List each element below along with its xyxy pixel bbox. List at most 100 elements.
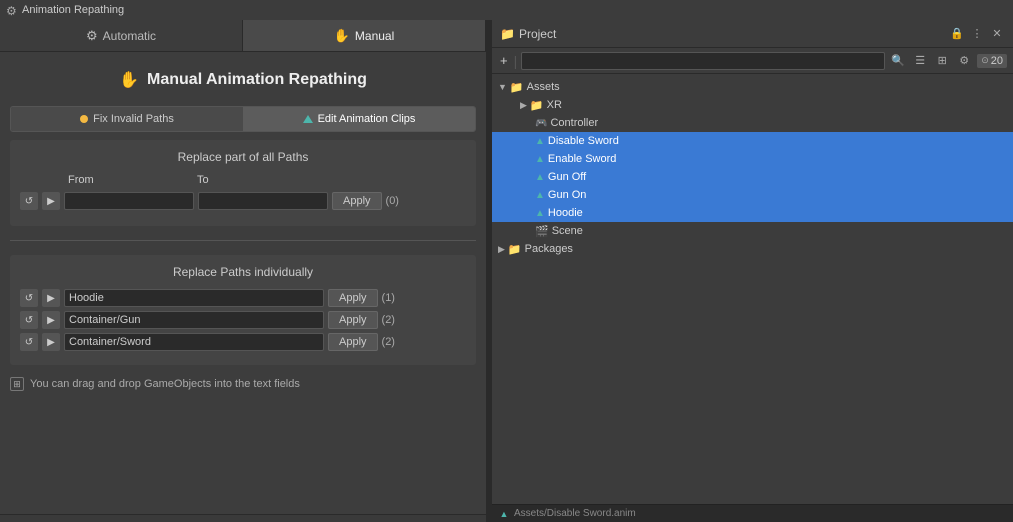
play-hoodie-button[interactable]: ▶ xyxy=(42,289,60,307)
project-header: 📁 Project 🔒 ⋮ ✕ xyxy=(492,20,1013,48)
enable-sword-anim-icon: ▲ xyxy=(535,154,545,165)
panel-title-icon: ✋ xyxy=(119,70,139,90)
hoodie-label: Hoodie xyxy=(548,207,583,219)
refresh-sword-button[interactable]: ↺ xyxy=(20,333,38,351)
replace-individual-title: Replace Paths individually xyxy=(20,265,466,279)
refresh-gun-button[interactable]: ↺ xyxy=(20,311,38,329)
replace-all-title: Replace part of all Paths xyxy=(20,150,466,164)
play-sword-button[interactable]: ▶ xyxy=(42,333,60,351)
tree-item-scene[interactable]: 🎬 Scene xyxy=(492,222,1013,240)
project-title: Project xyxy=(519,27,556,41)
add-button[interactable]: + xyxy=(498,53,510,68)
gun-on-anim-icon: ▲ xyxy=(535,190,545,201)
info-text: You can drag and drop GameObjects into t… xyxy=(30,378,300,390)
filter-icon[interactable]: ☰ xyxy=(911,52,929,70)
tree-item-gun-off[interactable]: ▲ Gun Off xyxy=(492,168,1013,186)
manual-icon: ✋ xyxy=(334,28,350,44)
tree-item-controller[interactable]: 🎮 Controller xyxy=(492,114,1013,132)
project-search-input[interactable] xyxy=(521,52,885,70)
xr-chevron: ▶ xyxy=(520,100,527,111)
refresh-all-button[interactable]: ↺ xyxy=(20,192,38,210)
apply-sword-button[interactable]: Apply xyxy=(328,333,378,351)
status-bar: ▲ Assets/Disable Sword.anim xyxy=(492,504,1013,522)
disable-sword-anim-icon: ▲ xyxy=(535,136,545,147)
tree-item-disable-sword[interactable]: ▲ Disable Sword xyxy=(492,132,1013,150)
left-scroll-area[interactable] xyxy=(0,514,486,522)
sub-tab-edit-clips[interactable]: Edit Animation Clips xyxy=(243,107,475,131)
file-tree: ▼ 📁 Assets ▶ 📁 XR 🎮 Controller ▲ Disable xyxy=(492,74,1013,504)
panel-title-text: Manual Animation Repathing xyxy=(147,71,367,89)
search-icon[interactable]: 🔍 xyxy=(889,52,907,70)
replace-all-input-row: ↺ ▶ Apply (0) xyxy=(20,192,466,210)
tree-item-hoodie[interactable]: ▲ Hoodie xyxy=(492,204,1013,222)
window-icon: ⚙ xyxy=(6,4,18,16)
hoodie-path-input[interactable] xyxy=(64,289,324,307)
tree-item-xr[interactable]: ▶ 📁 XR xyxy=(492,96,1013,114)
scene-label: Scene xyxy=(552,225,583,237)
enable-sword-label: Enable Sword xyxy=(548,153,617,165)
grid-icon[interactable]: ⊞ xyxy=(933,52,951,70)
toolbar-divider: | xyxy=(514,53,518,69)
from-header: From xyxy=(68,174,113,186)
settings-icon[interactable]: ⚙ xyxy=(955,52,973,70)
sub-tab-fix-invalid[interactable]: Fix Invalid Paths xyxy=(11,107,243,131)
main-layout: ⚙ Automatic ✋ Manual ✋ Manual Animation … xyxy=(0,20,1013,522)
layer-badge: ⊙ 20 xyxy=(977,54,1007,68)
info-icon: ⊞ xyxy=(10,377,24,391)
container-sword-path-input[interactable] xyxy=(64,333,324,351)
tree-item-assets[interactable]: ▼ 📁 Assets xyxy=(492,78,1013,96)
project-header-left: 📁 Project xyxy=(500,27,556,41)
tab-automatic[interactable]: ⚙ Automatic xyxy=(0,20,243,51)
replace-individual-section: Replace Paths individually ↺ ▶ Apply (1)… xyxy=(10,255,476,365)
play-all-button[interactable]: ▶ xyxy=(42,192,60,210)
left-panel: ⚙ Automatic ✋ Manual ✋ Manual Animation … xyxy=(0,20,487,522)
gun-off-label: Gun Off xyxy=(548,171,586,183)
to-input[interactable] xyxy=(198,192,328,210)
from-input[interactable] xyxy=(64,192,194,210)
project-header-icons: 🔒 ⋮ ✕ xyxy=(949,26,1005,42)
packages-label: Packages xyxy=(525,243,573,255)
automatic-icon: ⚙ xyxy=(86,28,98,44)
tree-item-packages[interactable]: ▶ 📁 Packages xyxy=(492,240,1013,258)
apply-hoodie-button[interactable]: Apply xyxy=(328,289,378,307)
tree-item-gun-on[interactable]: ▲ Gun On xyxy=(492,186,1013,204)
gun-on-label: Gun On xyxy=(548,189,587,201)
assets-chevron: ▼ xyxy=(498,82,507,92)
kebab-icon[interactable]: ⋮ xyxy=(969,26,985,42)
packages-folder-icon: 📁 xyxy=(508,243,522,256)
disable-sword-label: Disable Sword xyxy=(548,135,619,147)
refresh-hoodie-button[interactable]: ↺ xyxy=(20,289,38,307)
path-row-container-gun: ↺ ▶ Apply (2) xyxy=(20,311,466,329)
tab-automatic-label: Automatic xyxy=(103,29,156,43)
tab-bar: ⚙ Automatic ✋ Manual xyxy=(0,20,486,52)
status-text: Assets/Disable Sword.anim xyxy=(514,508,636,519)
tree-item-enable-sword[interactable]: ▲ Enable Sword xyxy=(492,150,1013,168)
apply-all-button[interactable]: Apply xyxy=(332,192,382,210)
controller-icon: 🎮 xyxy=(535,118,547,129)
panel-content: ✋ Manual Animation Repathing Fix Invalid… xyxy=(0,52,486,514)
title-bar: ⚙ Animation Repathing xyxy=(0,0,1013,20)
path-row-hoodie: ↺ ▶ Apply (1) xyxy=(20,289,466,307)
tab-manual-label: Manual xyxy=(355,29,394,43)
lock-icon[interactable]: 🔒 xyxy=(949,26,965,42)
assets-label: Assets xyxy=(527,81,560,93)
folder-icon: 📁 xyxy=(500,27,515,41)
gun-off-anim-icon: ▲ xyxy=(535,172,545,183)
tab-manual[interactable]: ✋ Manual xyxy=(243,20,486,51)
hoodie-count: (1) xyxy=(382,292,395,304)
to-header: To xyxy=(197,174,222,186)
right-panel: 📁 Project 🔒 ⋮ ✕ + | 🔍 ☰ ⊞ ⚙ ⊙ 20 ▼ xyxy=(492,20,1013,522)
play-gun-button[interactable]: ▶ xyxy=(42,311,60,329)
sub-tab-fix-invalid-label: Fix Invalid Paths xyxy=(93,113,174,125)
edit-clips-triangle xyxy=(303,115,313,123)
divider-1 xyxy=(10,240,476,241)
status-anim-icon: ▲ xyxy=(498,508,510,520)
sub-tab-edit-clips-label: Edit Animation Clips xyxy=(318,113,416,125)
close-right-icon[interactable]: ✕ xyxy=(989,26,1005,42)
sword-count: (2) xyxy=(382,336,395,348)
container-gun-path-input[interactable] xyxy=(64,311,324,329)
sub-tab-bar: Fix Invalid Paths Edit Animation Clips xyxy=(10,106,476,132)
fix-invalid-dot xyxy=(80,115,88,123)
apply-gun-button[interactable]: Apply xyxy=(328,311,378,329)
window-title: Animation Repathing xyxy=(22,4,124,16)
